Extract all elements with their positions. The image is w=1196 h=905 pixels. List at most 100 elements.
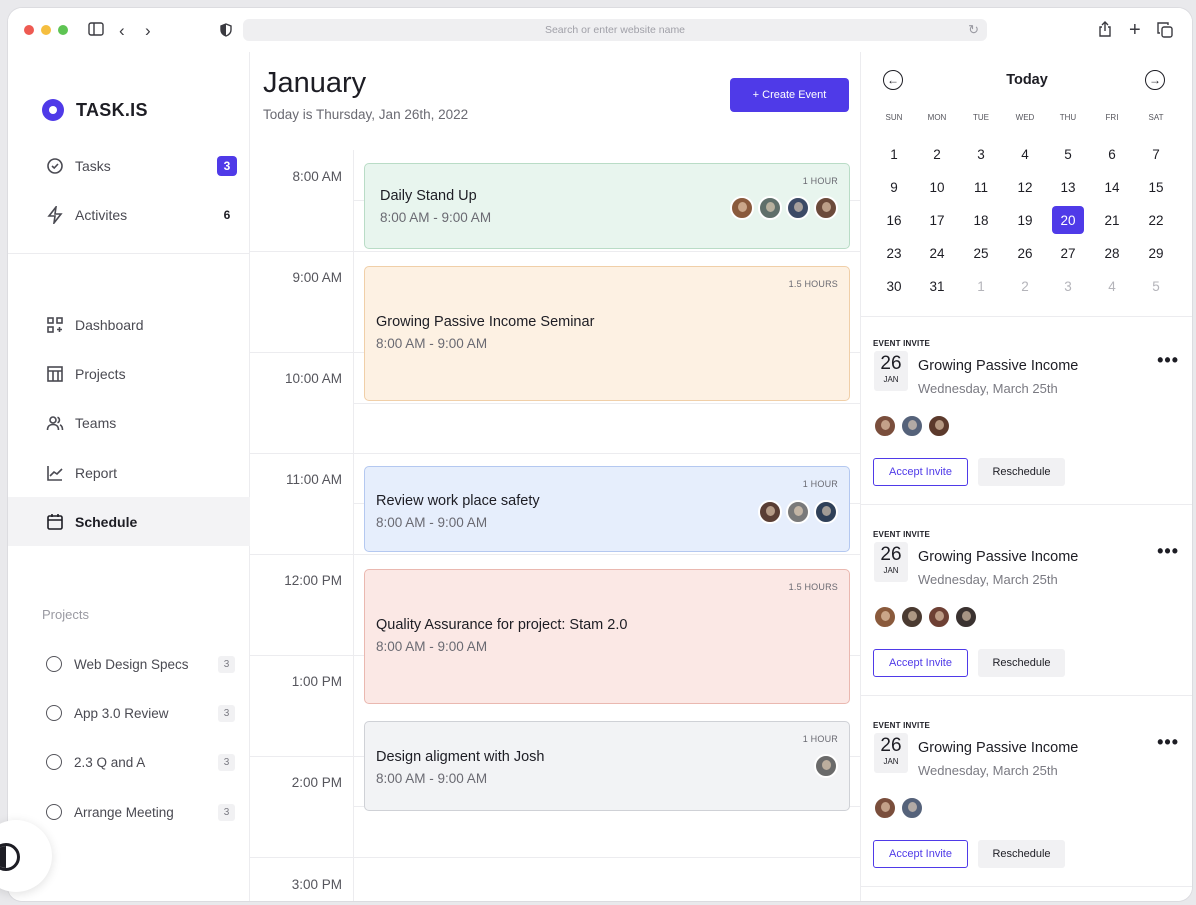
minimize-window-dot[interactable] xyxy=(41,25,51,35)
maximize-window-dot[interactable] xyxy=(58,25,68,35)
calendar-day[interactable]: 1 xyxy=(965,272,997,300)
tab-overview-icon[interactable] xyxy=(1157,22,1173,41)
avatar[interactable] xyxy=(900,414,924,438)
invite-title: Growing Passive Income xyxy=(918,549,1079,565)
forward-icon[interactable]: › xyxy=(145,22,151,39)
calendar-day[interactable]: 2 xyxy=(921,140,953,168)
brand-logo[interactable]: TASK.IS xyxy=(42,99,148,121)
calendar-day[interactable]: 19 xyxy=(1009,206,1041,234)
avatar[interactable] xyxy=(758,196,782,220)
project-item[interactable]: Arrange Meeting 3 xyxy=(46,802,250,822)
calendar-day[interactable]: 24 xyxy=(921,239,953,267)
event-attendees xyxy=(758,500,838,524)
calendar-day[interactable]: 3 xyxy=(1052,272,1084,300)
sidebar-item-label: Activites xyxy=(75,206,128,223)
avatar[interactable] xyxy=(954,605,978,629)
invite-date: Wednesday, March 25th xyxy=(918,381,1058,396)
reload-icon[interactable]: ↻ xyxy=(968,22,979,38)
event-card[interactable]: 1 HOUR Review work place safety 8:00 AM … xyxy=(364,466,850,552)
calendar-day[interactable]: 26 xyxy=(1009,239,1041,267)
project-item[interactable]: App 3.0 Review 3 xyxy=(46,703,250,723)
sidebar-item-activites[interactable]: Activites 6 xyxy=(8,190,250,239)
event-title: Growing Passive Income Seminar xyxy=(376,314,595,330)
calendar-day[interactable]: 11 xyxy=(965,173,997,201)
time-label: 2:00 PM xyxy=(291,775,342,790)
calendar-day[interactable]: 7 xyxy=(1140,140,1172,168)
calendar-day[interactable]: 4 xyxy=(1009,140,1041,168)
avatar[interactable] xyxy=(758,500,782,524)
calendar-day[interactable]: 15 xyxy=(1140,173,1172,201)
event-card[interactable]: 1 HOUR Design aligment with Josh 8:00 AM… xyxy=(364,721,850,811)
next-month-icon[interactable]: → xyxy=(1145,70,1165,90)
calendar-day[interactable]: 17 xyxy=(921,206,953,234)
share-icon[interactable] xyxy=(1098,21,1112,40)
calendar-day[interactable]: 25 xyxy=(965,239,997,267)
avatar[interactable] xyxy=(900,796,924,820)
event-duration: 1.5 HOURS xyxy=(788,279,838,289)
calendar-day[interactable]: 5 xyxy=(1052,140,1084,168)
event-card[interactable]: 1 HOUR Daily Stand Up 8:00 AM - 9:00 AM xyxy=(364,163,850,249)
address-bar[interactable]: Search or enter website name ↻ xyxy=(243,19,987,41)
create-event-button[interactable]: + Create Event xyxy=(730,78,849,112)
reschedule-button[interactable]: Reschedule xyxy=(978,840,1065,868)
calendar-day[interactable]: 2 xyxy=(1009,272,1041,300)
avatar[interactable] xyxy=(814,196,838,220)
calendar-day[interactable]: 14 xyxy=(1096,173,1128,201)
avatar[interactable] xyxy=(873,796,897,820)
avatar[interactable] xyxy=(786,500,810,524)
calendar-day[interactable]: 5 xyxy=(1140,272,1172,300)
project-item[interactable]: Web Design Specs 3 xyxy=(46,654,250,674)
calendar-day[interactable]: 6 xyxy=(1096,140,1128,168)
calendar-day[interactable]: 16 xyxy=(878,206,910,234)
calendar-day[interactable]: 27 xyxy=(1052,239,1084,267)
calendar-day[interactable]: 28 xyxy=(1096,239,1128,267)
sidebar-item-dashboard[interactable]: Dashboard xyxy=(8,300,250,349)
reschedule-button[interactable]: Reschedule xyxy=(978,649,1065,677)
calendar-day[interactable]: 13 xyxy=(1052,173,1084,201)
avatar[interactable] xyxy=(873,414,897,438)
new-tab-icon[interactable]: + xyxy=(1129,20,1141,40)
calendar-day[interactable]: 31 xyxy=(921,272,953,300)
more-options-icon[interactable]: ••• xyxy=(1157,541,1179,562)
avatar[interactable] xyxy=(786,196,810,220)
close-window-dot[interactable] xyxy=(24,25,34,35)
calendar-day[interactable]: 3 xyxy=(965,140,997,168)
more-options-icon[interactable]: ••• xyxy=(1157,350,1179,371)
accept-invite-button[interactable]: Accept Invite xyxy=(873,458,968,486)
calendar-day[interactable]: 21 xyxy=(1096,206,1128,234)
accept-invite-button[interactable]: Accept Invite xyxy=(873,840,968,868)
reschedule-button[interactable]: Reschedule xyxy=(978,458,1065,486)
calendar-day[interactable]: 1 xyxy=(878,140,910,168)
calendar-day[interactable]: 12 xyxy=(1009,173,1041,201)
sidebar-item-tasks[interactable]: Tasks 3 xyxy=(8,141,250,190)
project-item[interactable]: 2.3 Q and A 3 xyxy=(46,752,250,772)
avatar[interactable] xyxy=(927,414,951,438)
avatar[interactable] xyxy=(927,605,951,629)
sidebar-item-teams[interactable]: Teams xyxy=(8,398,250,447)
back-icon[interactable]: ‹ xyxy=(119,22,125,39)
calendar-day[interactable]: 29 xyxy=(1140,239,1172,267)
avatar[interactable] xyxy=(814,500,838,524)
calendar-day[interactable]: 10 xyxy=(921,173,953,201)
sidebar-item-schedule[interactable]: Schedule xyxy=(8,497,250,546)
sidebar-item-report[interactable]: Report xyxy=(8,448,250,497)
avatar[interactable] xyxy=(873,605,897,629)
sidebar-item-projects[interactable]: Projects xyxy=(8,349,250,398)
calendar-day[interactable]: 9 xyxy=(878,173,910,201)
more-options-icon[interactable]: ••• xyxy=(1157,732,1179,753)
accept-invite-button[interactable]: Accept Invite xyxy=(873,649,968,677)
calendar-day[interactable]: 22 xyxy=(1140,206,1172,234)
calendar-day[interactable]: 23 xyxy=(878,239,910,267)
calendar-day[interactable]: 30 xyxy=(878,272,910,300)
calendar-day[interactable]: 4 xyxy=(1096,272,1128,300)
calendar-day[interactable]: 20 xyxy=(1052,206,1084,234)
event-card[interactable]: 1.5 HOURS Growing Passive Income Seminar… xyxy=(364,266,850,401)
sidebar-toggle-icon[interactable] xyxy=(88,22,104,39)
calendar-day[interactable]: 18 xyxy=(965,206,997,234)
event-card[interactable]: 1.5 HOURS Quality Assurance for project:… xyxy=(364,569,850,704)
invite-title: Growing Passive Income xyxy=(918,358,1079,374)
avatar[interactable] xyxy=(900,605,924,629)
avatar[interactable] xyxy=(730,196,754,220)
privacy-shield-icon[interactable] xyxy=(220,23,232,40)
avatar[interactable] xyxy=(814,754,838,778)
